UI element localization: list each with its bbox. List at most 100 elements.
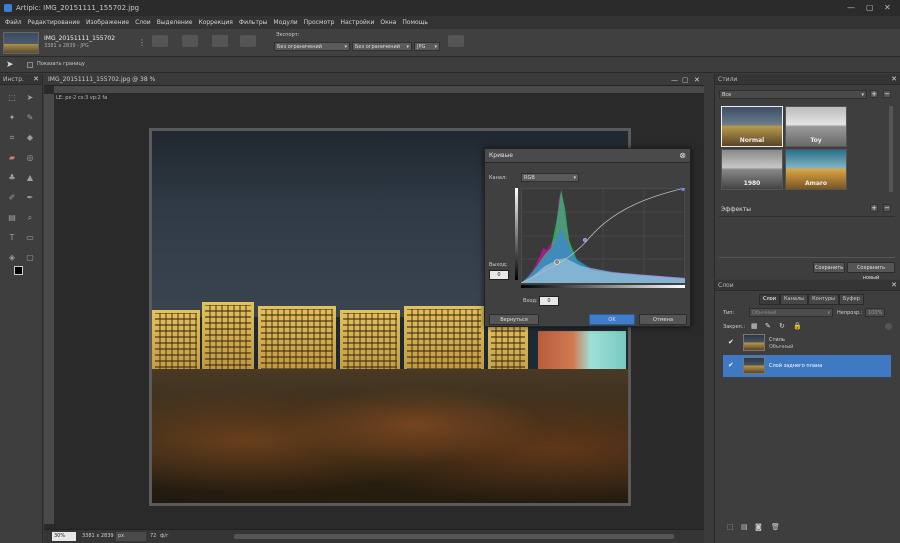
menu-settings[interactable]: Настройки	[340, 19, 374, 26]
menu-correction[interactable]: Коррекция	[198, 19, 232, 26]
magic-wand-tool-icon[interactable]: ✦	[6, 112, 18, 124]
menu-edit[interactable]: Редактирование	[28, 19, 80, 26]
minimize-button[interactable]: —	[847, 3, 855, 12]
mask-icon[interactable]: ◙	[755, 523, 762, 531]
gradient-tool-icon[interactable]: ▤	[6, 212, 18, 224]
style-normal[interactable]: Normal	[721, 106, 783, 147]
horizontal-scrollbar[interactable]	[234, 534, 674, 539]
add-effect-icon[interactable]: +	[870, 204, 878, 212]
export-height-select[interactable]: Без ограничений	[352, 42, 412, 51]
export-format-select[interactable]: JPG	[414, 42, 440, 51]
input-input[interactable]: 0	[539, 296, 559, 306]
rectangle-tool-icon[interactable]: ▢	[24, 252, 36, 264]
add-style-icon[interactable]: +	[870, 90, 878, 98]
document-tab[interactable]: IMG_20151111_155702.jpg @ 38 % — ▢ ✕	[44, 74, 704, 86]
channel-select[interactable]: RGB	[521, 173, 579, 182]
pen-tool-icon[interactable]: ✒	[24, 192, 36, 204]
curves-close-icon[interactable]: ⊗	[679, 149, 686, 163]
clone-tool-icon[interactable]: ♣	[6, 172, 18, 184]
eyedropper-tool-icon[interactable]: ✐	[6, 192, 18, 204]
blend-mode-select[interactable]: Обычный	[749, 308, 833, 317]
layer-visibility-icon[interactable]: ✔	[728, 361, 736, 369]
new-group-icon[interactable]: ⬚	[727, 523, 734, 531]
layer-row-selected[interactable]: ✔ Слой заднего плана	[723, 355, 891, 377]
save-style-button[interactable]: Сохранить	[813, 262, 845, 273]
curves-graph[interactable]	[521, 188, 685, 283]
lock-all-icon[interactable]: 🔒	[793, 322, 802, 330]
styles-panel-close-icon[interactable]: ✕	[891, 74, 897, 85]
file-name: IMG_20151111_155702	[44, 35, 116, 42]
export-icon[interactable]	[448, 35, 464, 47]
effects-title: Эффекты	[721, 206, 751, 213]
document-minimize-icon[interactable]: —	[671, 74, 678, 86]
effects-list[interactable]	[719, 216, 895, 258]
menu-view[interactable]: Просмотр	[304, 19, 335, 26]
menu-windows[interactable]: Окна	[380, 19, 396, 26]
text-tool-icon[interactable]: T	[6, 232, 18, 244]
stamp-tool-icon[interactable]: ▲	[24, 172, 36, 184]
opacity-input[interactable]: 100%	[865, 308, 885, 317]
styles-filter-select[interactable]: Все	[719, 90, 867, 99]
document-close-icon[interactable]: ✕	[694, 74, 700, 86]
new-icon[interactable]	[152, 35, 168, 47]
style-1980[interactable]: 1980	[721, 149, 783, 190]
maximize-button[interactable]: ▢	[866, 3, 874, 12]
lock-indicator	[885, 323, 892, 330]
trees-region	[152, 346, 628, 503]
layer-visibility-icon[interactable]: ✔	[728, 338, 736, 346]
export-width-select[interactable]: Без ограничений	[274, 42, 350, 51]
share-icon[interactable]	[240, 35, 256, 47]
style-toy[interactable]: Toy	[785, 106, 847, 147]
remove-effect-icon[interactable]: −	[883, 204, 891, 212]
menu-modules[interactable]: Модули	[273, 19, 297, 26]
cancel-button[interactable]: Отмена	[639, 314, 687, 325]
menu-image[interactable]: Изображение	[86, 19, 129, 26]
show-border-checkbox[interactable]	[27, 62, 33, 68]
crop-tool-icon[interactable]: ⌗	[6, 132, 18, 144]
lock-paint-icon[interactable]: ✎	[765, 322, 771, 330]
zoom-input[interactable]: 30%	[52, 532, 76, 541]
new-layer-icon[interactable]: ▤	[741, 523, 748, 531]
tools-panel-close-icon[interactable]: ✕	[33, 74, 39, 85]
fill-tool-icon[interactable]: ◈	[6, 252, 18, 264]
layer-row[interactable]: ✔ Стиль Обычный	[723, 332, 891, 354]
remove-style-icon[interactable]: −	[883, 90, 891, 98]
menu-layers[interactable]: Слои	[135, 19, 151, 26]
delete-layer-icon[interactable]: 🗑	[771, 523, 780, 531]
save-new-style-button[interactable]: Сохранить новый	[847, 262, 895, 281]
menu-filters[interactable]: Фильтры	[239, 19, 267, 26]
tab-layers[interactable]: Слои	[759, 294, 780, 305]
zoom-tool-icon[interactable]: ⌕	[24, 212, 36, 224]
styles-scrollbar[interactable]	[889, 106, 893, 192]
eraser-tool-icon[interactable]: ▰	[6, 152, 18, 164]
reset-button[interactable]: Вернуться	[489, 314, 539, 325]
lock-transparency-icon[interactable]: ▦	[751, 322, 758, 330]
open-icon[interactable]	[182, 35, 198, 47]
menu-selection[interactable]: Выделение	[157, 19, 193, 26]
output-input[interactable]: 0	[489, 270, 509, 280]
file-thumbnail[interactable]	[3, 32, 39, 54]
foreground-color-swatch[interactable]	[14, 266, 23, 275]
move-tool-icon[interactable]: ➤	[24, 92, 36, 104]
unit-select[interactable]: px	[116, 532, 146, 541]
dodge-tool-icon[interactable]: ◎	[24, 152, 36, 164]
print-icon[interactable]	[212, 35, 228, 47]
ok-button[interactable]: OK	[589, 314, 635, 325]
shape-tool-icon[interactable]: ▭	[24, 232, 36, 244]
lock-move-icon[interactable]: ↻	[779, 322, 785, 330]
document-restore-icon[interactable]: ▢	[682, 74, 689, 86]
more-icon[interactable]: ⋮	[138, 38, 146, 47]
drop-tool-icon[interactable]: ◆	[24, 132, 36, 144]
style-amaro[interactable]: Amaro	[785, 149, 847, 190]
menu-help[interactable]: Помощь	[402, 19, 428, 26]
close-button[interactable]: ✕	[884, 3, 891, 12]
tab-channels[interactable]: Каналы	[780, 294, 809, 305]
menu-file[interactable]: Файл	[5, 19, 22, 26]
marquee-tool-icon[interactable]: ⬚	[6, 92, 18, 104]
tab-paths[interactable]: Контуры	[808, 294, 839, 305]
layers-panel-close-icon[interactable]: ✕	[891, 280, 897, 291]
document-info: LE: px-2 cs:3 vp:2 fa	[56, 95, 108, 101]
tab-clipboard[interactable]: Буфер	[838, 294, 864, 305]
curves-dialog-header[interactable]: Кривые ⊗	[485, 149, 690, 163]
brush-tool-icon[interactable]: ✎	[24, 112, 36, 124]
